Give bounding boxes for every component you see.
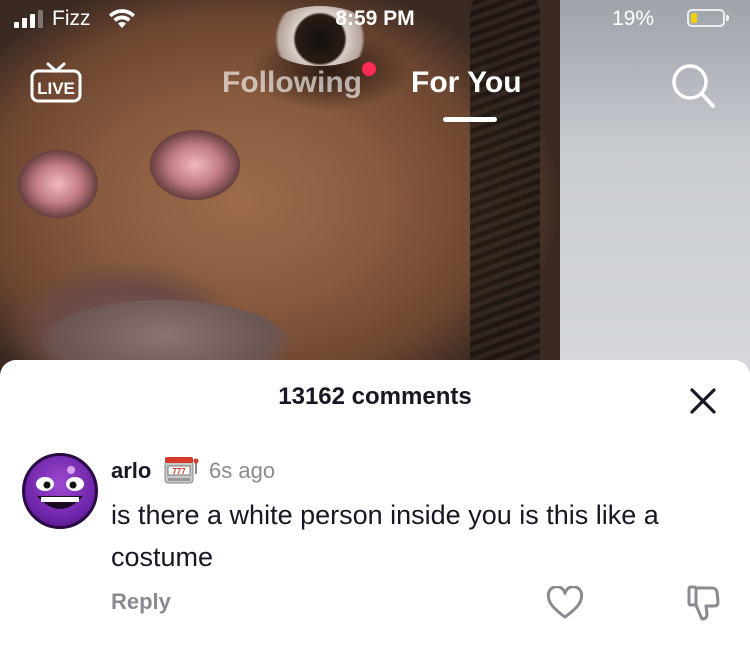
video-hair <box>470 0 540 380</box>
thumbs-down-icon <box>687 585 720 621</box>
comments-panel: 13162 comments arlo 777 6s ago is there … <box>0 360 750 656</box>
dislike-button[interactable] <box>686 584 720 622</box>
battery-level-fill <box>691 13 697 23</box>
close-button[interactable] <box>688 386 718 416</box>
svg-text:777: 777 <box>172 467 186 476</box>
avatar[interactable] <box>22 453 98 529</box>
search-button[interactable] <box>670 62 716 110</box>
reply-button[interactable]: Reply <box>111 589 171 615</box>
like-button[interactable] <box>546 585 584 620</box>
live-label: LIVE <box>37 79 75 98</box>
tab-for-you[interactable]: For You <box>411 66 522 100</box>
tab-following-label: Following <box>222 66 362 99</box>
battery-icon <box>687 9 729 27</box>
video-nostril-left <box>18 150 98 218</box>
slot-machine-emoji-icon: 777 <box>162 454 200 486</box>
battery-percent: 19% <box>612 7 655 30</box>
status-bar: Fizz 8:59 PM 19% <box>0 0 750 40</box>
comment-text: is there a white person inside you is th… <box>111 500 659 572</box>
active-tab-indicator <box>443 117 497 122</box>
heart-outline-icon <box>546 585 584 619</box>
purple-grinning-face-icon <box>36 466 84 509</box>
tab-for-you-label: For You <box>411 66 522 99</box>
comments-count-title: 13162 comments <box>278 383 472 410</box>
close-icon <box>690 388 716 414</box>
video-frame[interactable] <box>0 0 750 380</box>
video-background-wall <box>560 0 750 380</box>
live-button[interactable]: LIVE <box>28 58 84 106</box>
notification-dot <box>361 62 376 76</box>
comment-username[interactable]: arlo <box>111 458 151 484</box>
video-nostril-right <box>150 130 240 200</box>
tv-live-icon: LIVE <box>30 62 82 103</box>
comment-timestamp: 6s ago <box>209 458 276 483</box>
tab-following[interactable]: Following <box>222 62 376 100</box>
search-icon <box>672 64 715 108</box>
